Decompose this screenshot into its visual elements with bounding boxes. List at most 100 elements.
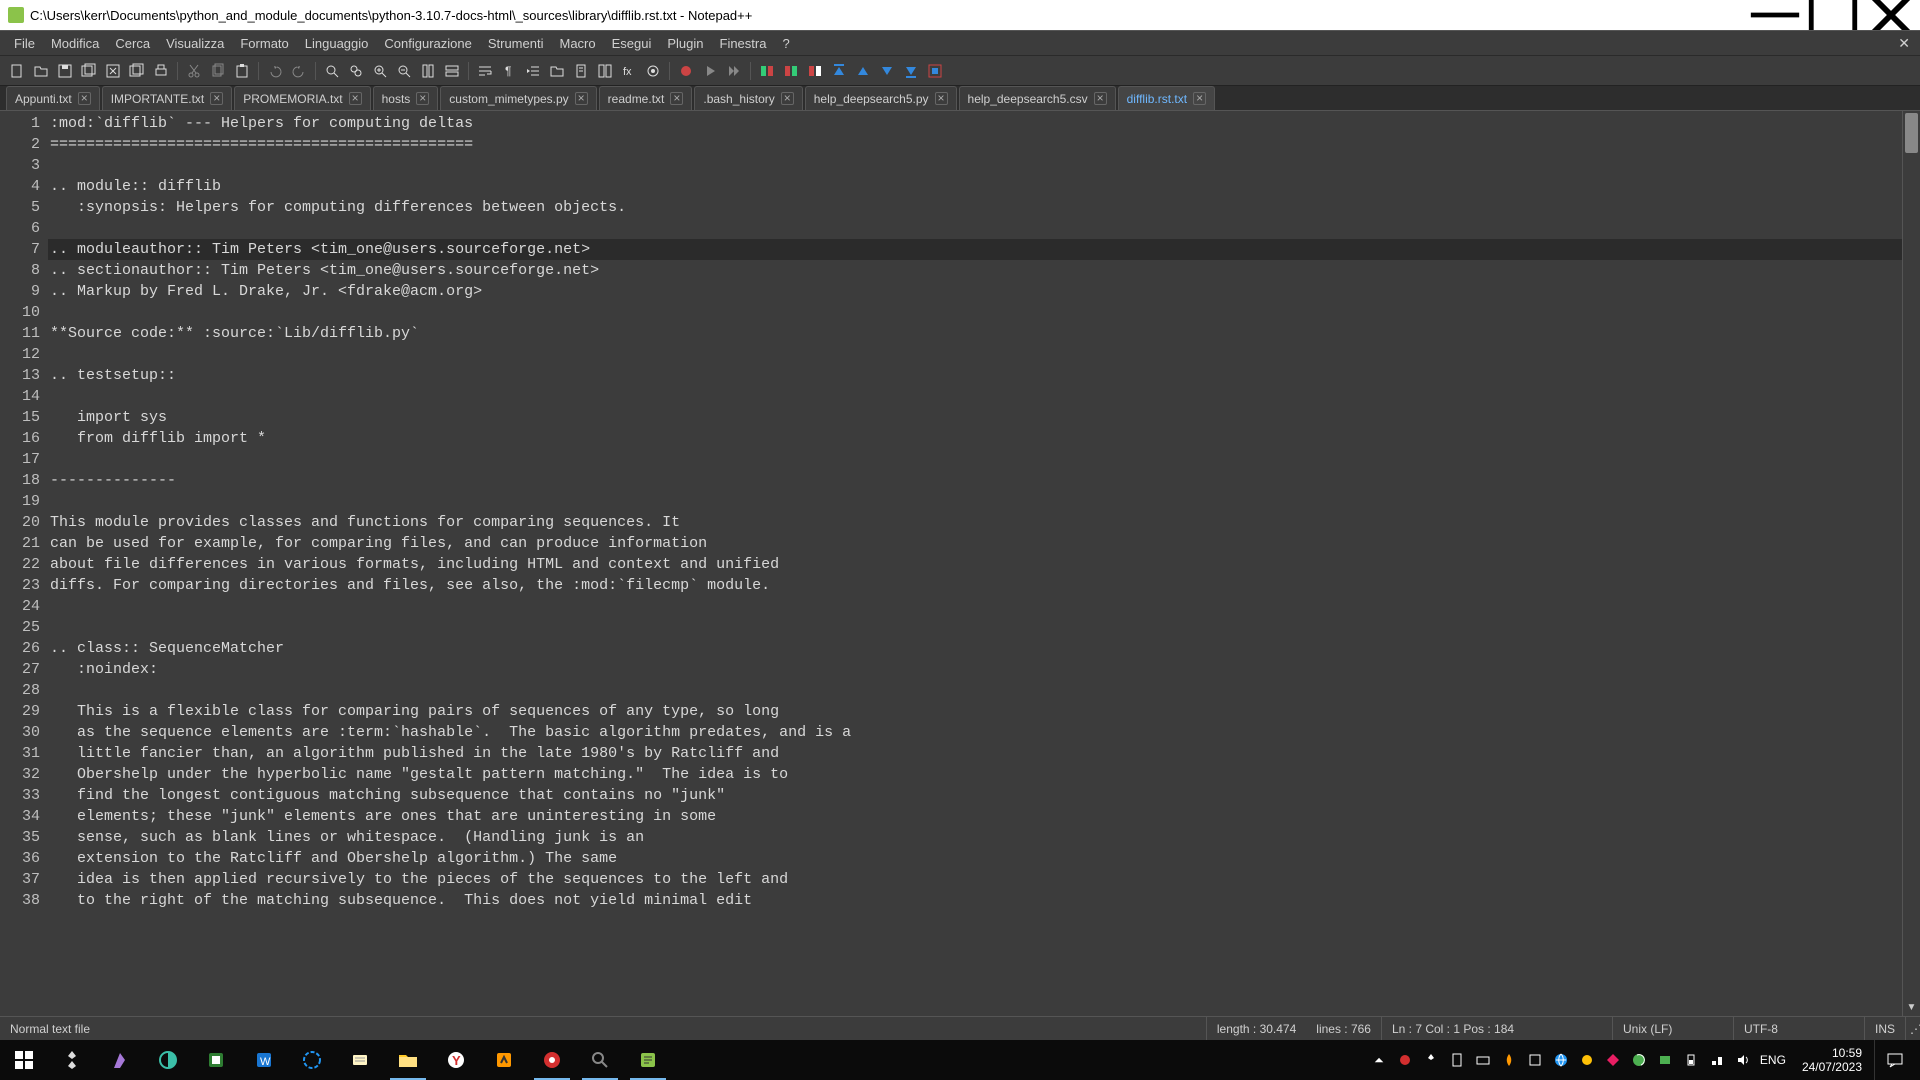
editor-line[interactable]: ========================================… <box>48 134 1920 155</box>
taskbar-app-10[interactable] <box>480 1040 528 1080</box>
taskbar-app-3[interactable] <box>144 1040 192 1080</box>
tray-network-icon[interactable] <box>1708 1053 1726 1067</box>
editor-line[interactable]: sense, such as blank lines or whitespace… <box>48 827 1920 848</box>
taskbar-notepadpp[interactable] <box>624 1040 672 1080</box>
editor-line[interactable]: :noindex: <box>48 659 1920 680</box>
editor-line[interactable]: Obershelp under the hyperbolic name "ges… <box>48 764 1920 785</box>
editor-line[interactable]: extension to the Ratcliff and Obershelp … <box>48 848 1920 869</box>
menu-esegui[interactable]: Esegui <box>604 32 660 55</box>
editor-line[interactable]: .. sectionauthor:: Tim Peters <tim_one@u… <box>48 260 1920 281</box>
file-tab[interactable]: hosts× <box>373 86 439 110</box>
menu-configurazione[interactable]: Configurazione <box>376 32 479 55</box>
tray-clock[interactable]: 10:59 24/07/2023 <box>1794 1046 1862 1074</box>
menu-formato[interactable]: Formato <box>232 32 296 55</box>
file-tab[interactable]: readme.txt× <box>599 86 693 110</box>
editor-line[interactable]: find the longest contiguous matching sub… <box>48 785 1920 806</box>
editor-line[interactable]: :synopsis: Helpers for computing differe… <box>48 197 1920 218</box>
file-tab[interactable]: help_deepsearch5.csv× <box>959 86 1116 110</box>
file-tab[interactable]: PROMEMORIA.txt× <box>234 86 370 110</box>
editor-line[interactable] <box>48 302 1920 323</box>
tab-close-icon[interactable]: × <box>1094 92 1107 105</box>
editor-line[interactable]: as the sequence elements are :term:`hash… <box>48 722 1920 743</box>
copy-icon[interactable] <box>207 60 229 82</box>
editor-line[interactable]: .. moduleauthor:: Tim Peters <tim_one@us… <box>48 239 1920 260</box>
taskbar-app-11[interactable] <box>528 1040 576 1080</box>
record-macro-icon[interactable] <box>675 60 697 82</box>
compare-nav-icon[interactable] <box>804 60 826 82</box>
tray-icon[interactable] <box>1552 1053 1570 1067</box>
save-all-icon[interactable] <box>78 60 100 82</box>
tray-language[interactable]: ENG <box>1760 1053 1786 1067</box>
close-all-icon[interactable] <box>126 60 148 82</box>
fast-forward-icon[interactable] <box>723 60 745 82</box>
editor-line[interactable]: import sys <box>48 407 1920 428</box>
menu-modifica[interactable]: Modifica <box>43 32 107 55</box>
tab-close-icon[interactable]: × <box>781 92 794 105</box>
maximize-button[interactable] <box>1804 0 1862 30</box>
editor-line[interactable]: diffs. For comparing directories and fil… <box>48 575 1920 596</box>
tray-icon[interactable] <box>1526 1053 1544 1067</box>
tab-close-icon[interactable]: × <box>210 92 223 105</box>
editor-line[interactable]: .. class:: SequenceMatcher <box>48 638 1920 659</box>
tray-icon[interactable] <box>1396 1053 1414 1067</box>
sync-vscroll-icon[interactable] <box>417 60 439 82</box>
redo-icon[interactable] <box>288 60 310 82</box>
tab-close-icon[interactable]: × <box>1193 92 1206 105</box>
tab-close-icon[interactable]: × <box>349 92 362 105</box>
menu-strumenti[interactable]: Strumenti <box>480 32 552 55</box>
taskbar-app-7[interactable] <box>336 1040 384 1080</box>
replace-icon[interactable] <box>345 60 367 82</box>
tray-volume-icon[interactable] <box>1734 1053 1752 1067</box>
editor-line[interactable]: This module provides classes and functio… <box>48 512 1920 533</box>
show-all-chars-icon[interactable]: ¶ <box>498 60 520 82</box>
scroll-down-icon[interactable]: ▼ <box>1903 1000 1920 1016</box>
open-file-icon[interactable] <box>30 60 52 82</box>
cut-icon[interactable] <box>183 60 205 82</box>
folder-as-workspace-icon[interactable] <box>546 60 568 82</box>
tray-icon[interactable] <box>1474 1053 1492 1067</box>
taskbar-app-12[interactable] <box>576 1040 624 1080</box>
wordwrap-icon[interactable] <box>474 60 496 82</box>
tab-close-icon[interactable]: × <box>670 92 683 105</box>
indent-icon[interactable] <box>522 60 544 82</box>
tab-close-icon[interactable]: × <box>78 92 91 105</box>
menu-plugin[interactable]: Plugin <box>659 32 711 55</box>
tray-icon[interactable] <box>1422 1053 1440 1067</box>
file-tab[interactable]: Appunti.txt× <box>6 86 100 110</box>
compare-last-icon[interactable] <box>900 60 922 82</box>
taskbar-app-2[interactable] <box>96 1040 144 1080</box>
editor-line[interactable] <box>48 449 1920 470</box>
play-macro-icon[interactable] <box>699 60 721 82</box>
tray-icon[interactable] <box>1656 1053 1674 1067</box>
doc-map-icon[interactable] <box>570 60 592 82</box>
tray-icon[interactable] <box>1500 1053 1518 1067</box>
text-editor[interactable]: :mod:`difflib` --- Helpers for computing… <box>48 111 1920 1016</box>
file-tab[interactable]: help_deepsearch5.py× <box>805 86 957 110</box>
compare-prev-icon[interactable] <box>852 60 874 82</box>
editor-line[interactable]: This is a flexible class for comparing p… <box>48 701 1920 722</box>
doc-list-icon[interactable] <box>594 60 616 82</box>
close-file-icon[interactable] <box>102 60 124 82</box>
tab-close-icon[interactable]: × <box>416 92 429 105</box>
tray-overflow-icon[interactable]: ⏶ <box>1370 1053 1388 1068</box>
file-tab[interactable]: custom_mimetypes.py× <box>440 86 596 110</box>
tray-icon[interactable] <box>1448 1053 1466 1067</box>
editor-line[interactable]: can be used for example, for comparing f… <box>48 533 1920 554</box>
new-file-icon[interactable] <box>6 60 28 82</box>
editor-line[interactable] <box>48 386 1920 407</box>
menu-cerca[interactable]: Cerca <box>107 32 158 55</box>
menu-file[interactable]: File <box>6 32 43 55</box>
editor-line[interactable] <box>48 344 1920 365</box>
sync-hscroll-icon[interactable] <box>441 60 463 82</box>
taskbar-app-1[interactable] <box>48 1040 96 1080</box>
editor-line[interactable]: -------------- <box>48 470 1920 491</box>
print-icon[interactable] <box>150 60 172 82</box>
file-tab[interactable]: IMPORTANTE.txt× <box>102 86 233 110</box>
file-tab[interactable]: difflib.rst.txt× <box>1118 86 1215 110</box>
editor-line[interactable]: **Source code:** :source:`Lib/difflib.py… <box>48 323 1920 344</box>
menu-help[interactable]: ? <box>774 32 797 55</box>
find-icon[interactable] <box>321 60 343 82</box>
editor-line[interactable]: .. testsetup:: <box>48 365 1920 386</box>
menubar-close-button[interactable]: ✕ <box>1894 35 1914 52</box>
compare-next-icon[interactable] <box>876 60 898 82</box>
